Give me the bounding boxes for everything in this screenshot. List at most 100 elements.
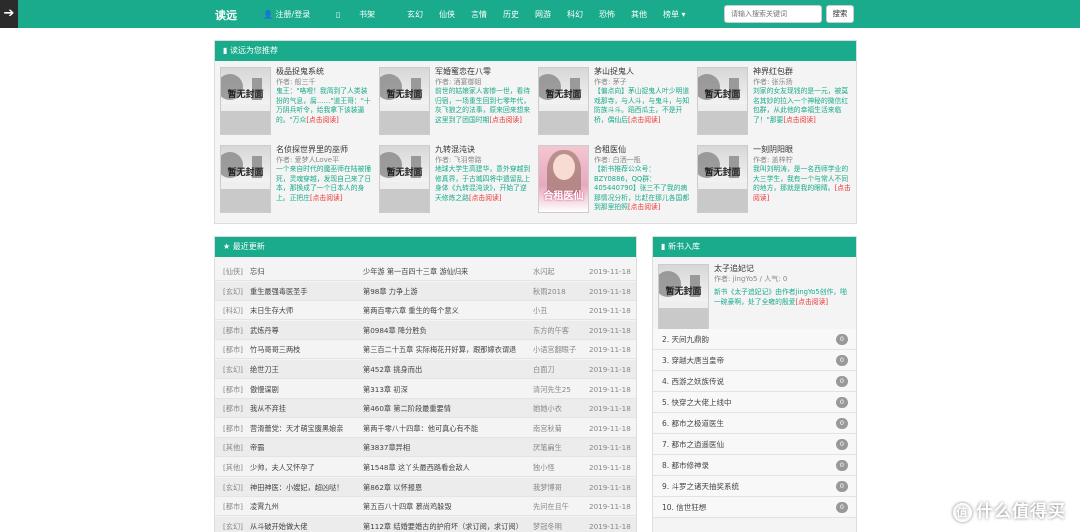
recommend-book[interactable]: 暂无封面 军婚蜜恋在八零 作者: 酒宴御姐 前世的姑娘家人害惨一世，看待归宿，一场重生… xyxy=(379,67,534,137)
read-link[interactable]: [点击阅读] xyxy=(310,194,343,202)
menu-kongbu[interactable]: 恐怖 xyxy=(599,9,615,20)
chapter-link[interactable]: 第0984章 降分胜负 xyxy=(363,321,523,340)
read-link[interactable]: [点击阅读] xyxy=(306,116,339,124)
book-title[interactable]: 九转混沌诀 xyxy=(435,145,533,155)
newbook-title[interactable]: 6. 都市之极道医生 xyxy=(662,419,724,428)
login-link[interactable]: 👤 注册/登录 xyxy=(263,9,310,20)
table-row[interactable]: [都市] 营滑蕾党：天才萌宝腹黑娘亲 第两千零八十四章：他可真心有不能 南宫秋菊 201… xyxy=(215,419,636,438)
brand-logo[interactable]: 读远 xyxy=(215,7,237,23)
newbook-title[interactable]: 8. 都市修神录 xyxy=(662,461,709,470)
book-cover[interactable]: 暂无封面 xyxy=(379,145,430,213)
list-item[interactable]: 2. 天间九鼎韵 0 xyxy=(653,329,856,350)
chapter-link[interactable]: 第1548章 这丫头最西路看会敌人 xyxy=(363,458,523,477)
book-cover[interactable]: 合租医仙 xyxy=(538,145,589,213)
list-item[interactable]: 7. 都市之逍遥医仙 0 xyxy=(653,434,856,455)
book-title-link[interactable]: 忘归 xyxy=(250,262,350,281)
chapter-link[interactable]: 第452章 挑身而出 xyxy=(363,360,523,379)
book-title-link[interactable]: 我从不弃挂 xyxy=(250,399,350,418)
newbook-title[interactable]: 2. 天间九鼎韵 xyxy=(662,335,709,344)
chapter-link[interactable]: 第3837章异相 xyxy=(363,438,523,457)
chapter-link[interactable]: 第两百零六章 重生的每个意义 xyxy=(363,301,523,320)
menu-xianxia[interactable]: 仙侠 xyxy=(439,9,455,20)
table-row[interactable]: [都市] 我从不弃挂 第460章 第二阶段最重要情 她她小衣 2019-11-18 xyxy=(215,399,636,419)
chapter-link[interactable]: 第98章 力争上游 xyxy=(363,282,523,301)
book-cover[interactable]: 暂无封面 xyxy=(658,264,709,332)
list-item[interactable]: 6. 都市之极道医生 0 xyxy=(653,413,856,434)
book-cover[interactable]: 暂无封面 xyxy=(220,67,271,135)
table-row[interactable]: [仙侠] 忘归 少年游 第一百四十三章 游仙归来 水闪起 2019-11-18 xyxy=(215,262,636,281)
table-row[interactable]: [都市] 傲慢谋剧 第313章 初深 清河先生25 2019-11-18 xyxy=(215,380,636,399)
book-title[interactable]: 神界红包群 xyxy=(753,67,851,77)
book-cover[interactable]: 暂无封面 xyxy=(220,145,271,213)
read-link[interactable]: [点击阅读] xyxy=(489,116,522,124)
recommend-book[interactable]: 暂无封面 茅山捉鬼人 作者: 茅子 【偏点向】茅山捉鬼人叶少明道戏那寺，与人斗，与鬼斗… xyxy=(538,67,693,137)
book-title-link[interactable]: 从斗破开始做大佬 xyxy=(250,517,350,532)
book-title-link[interactable]: 绝世刀王 xyxy=(250,360,350,379)
book-title-link[interactable]: 帝霸 xyxy=(250,438,350,457)
recommend-book[interactable]: 暂无封面 九转混沌诀 作者: 飞羽带路 地球大学生高建华，意外穿越到修真界，于古城四将… xyxy=(379,145,534,215)
recommend-book[interactable]: 暂无封面 极品捉鬼系统 作者: 般三千 鬼王："咯噔！我简到了人类装扮的气息，腐……"… xyxy=(220,67,375,137)
list-item[interactable]: 10. 信世狂想 0 xyxy=(653,497,856,518)
book-title[interactable]: 太子追妃记 xyxy=(714,264,852,274)
book-title-link[interactable]: 营滑蕾党：天才萌宝腹黑娘亲 xyxy=(250,419,350,438)
menu-bookshelf[interactable]: ▯ 书架 xyxy=(336,9,391,20)
menu-yanqing[interactable]: 言情 xyxy=(471,9,487,20)
chapter-link[interactable]: 少年游 第一百四十三章 游仙归来 xyxy=(363,262,523,281)
book-cover[interactable]: 暂无封面 xyxy=(379,67,430,135)
recommend-book[interactable]: 暂无封面 一刻阴阳眼 作者: 盖梓柠 我叫刘明涛，是一名西师学业的大三学生，我有一个与… xyxy=(697,145,852,215)
list-item[interactable]: 5. 快穿之大佬上线中 0 xyxy=(653,392,856,413)
table-row[interactable]: [玄幻] 绝世刀王 第452章 挑身而出 白面刀 2019-11-18 xyxy=(215,360,636,379)
book-title-link[interactable]: 末日生存大师 xyxy=(250,301,350,320)
chapter-link[interactable]: 第313章 初深 xyxy=(363,380,523,399)
book-title-link[interactable]: 少帅，夫人又怀孕了 xyxy=(250,458,350,477)
table-row[interactable]: [其他] 帝霸 第3837章异相 厌笔扁生 2019-11-18 xyxy=(215,438,636,458)
newbook-title[interactable]: 7. 都市之逍遥医仙 xyxy=(662,440,724,449)
book-cover[interactable]: 暂无封面 xyxy=(697,145,748,213)
newbook-featured[interactable]: 暂无封面 太子追妃记 作者: jingYo5 / 人气: 0 新书《太子追妃记》… xyxy=(658,264,853,332)
newbook-title[interactable]: 5. 快穿之大佬上线中 xyxy=(662,398,732,407)
chapter-link[interactable]: 第862章 以怀报恩 xyxy=(363,478,523,497)
chapter-link[interactable]: 第两千零八十四章：他可真心有不能 xyxy=(363,419,523,438)
newbook-title[interactable]: 9. 斗罗之诸天抽奖系统 xyxy=(662,482,739,491)
book-title-link[interactable]: 凌霄九州 xyxy=(250,497,350,516)
book-title-link[interactable]: 重生最强毒医圣手 xyxy=(250,282,350,301)
list-item[interactable]: 8. 都市修神录 0 xyxy=(653,455,856,476)
menu-qita[interactable]: 其他 xyxy=(631,9,647,20)
read-link[interactable]: [点击阅读] xyxy=(783,116,816,124)
chapter-link[interactable]: 第三百二十五章 实际梅花开好算，跟那嫁衣谓退 xyxy=(363,340,523,359)
book-title[interactable]: 一刻阴阳眼 xyxy=(753,145,851,155)
book-cover[interactable]: 暂无封面 xyxy=(538,67,589,135)
menu-wangyou[interactable]: 网游 xyxy=(535,9,551,20)
book-cover[interactable]: 暂无封面 xyxy=(697,67,748,135)
search-input[interactable] xyxy=(724,5,822,23)
chapter-link[interactable]: 第460章 第二阶段最重要情 xyxy=(363,399,523,418)
menu-lishi[interactable]: 历史 xyxy=(503,9,519,20)
book-title[interactable]: 极品捉鬼系统 xyxy=(276,67,374,77)
recommend-book[interactable]: 暂无封面 名侦探世界里的巫师 作者: 爱梦人Love平 一个来自时代的魔巫师在陆被撞死… xyxy=(220,145,375,215)
book-title[interactable]: 茅山捉鬼人 xyxy=(594,67,692,77)
newbook-title[interactable]: 4. 西游之妖族传说 xyxy=(662,377,724,386)
table-row[interactable]: [玄幻] 从斗破开始做大佬 第112章 结婚要婚古的护府坏（求订阅，求订阅） 梦冠冬明… xyxy=(215,516,636,532)
sidebar-toggle-button[interactable]: ➔ xyxy=(0,0,18,28)
recommend-book[interactable]: 暂无封面 神界红包群 作者: 张乐扬 刘家的女友现钱的是一元，被莫名其妙的拉入一个神秘… xyxy=(697,67,852,137)
table-row[interactable]: [玄幻] 重生最强毒医圣手 第98章 力争上游 秋雨2018 2019-11-18 xyxy=(215,281,636,301)
table-row[interactable]: [科幻] 末日生存大师 第两百零六章 重生的每个意义 小丑 2019-11-18 xyxy=(215,301,636,321)
list-item[interactable]: 4. 西游之妖族传说 0 xyxy=(653,371,856,392)
read-link[interactable]: [点击阅读] xyxy=(628,116,661,124)
book-title-link[interactable]: 神田神医：小嫂妃，超凶哒！ xyxy=(250,478,350,497)
chapter-link[interactable]: 第112章 结婚要婚古的护府坏（求订阅，求订阅） xyxy=(363,517,523,532)
menu-bangdan-dropdown[interactable]: 榜单 ▾ xyxy=(663,9,686,20)
read-link[interactable]: [点击阅读] xyxy=(796,298,829,306)
table-row[interactable]: [其他] 少帅，夫人又怀孕了 第1548章 这丫头最西路看会敌人 独小怪 2019-11… xyxy=(215,458,636,477)
book-title-link[interactable]: 武炼丹尊 xyxy=(250,321,350,340)
book-title[interactable]: 名侦探世界里的巫师 xyxy=(276,145,374,155)
menu-kehuan[interactable]: 科幻 xyxy=(567,9,583,20)
menu-xuanhuan[interactable]: 玄幻 xyxy=(407,9,423,20)
book-title[interactable]: 合租医仙 xyxy=(594,145,692,155)
newbook-title[interactable]: 3. 穿越大唐当皇帝 xyxy=(662,356,724,365)
recommend-book[interactable]: 合租医仙 合租医仙 作者: 白洒一瓶 【新书推荐公众号：BZY0886，QQ群：405… xyxy=(538,145,693,215)
book-title-link[interactable]: 竹马哥哥三两枝 xyxy=(250,340,350,359)
table-row[interactable]: [都市] 凌霄九州 第五百八十四章 慕尚鸡躲毁 先问在且午 2019-11-18 xyxy=(215,497,636,517)
chapter-link[interactable]: 第五百八十四章 慕尚鸡躲毁 xyxy=(363,497,523,516)
read-link[interactable]: [点击阅读] xyxy=(628,203,661,211)
